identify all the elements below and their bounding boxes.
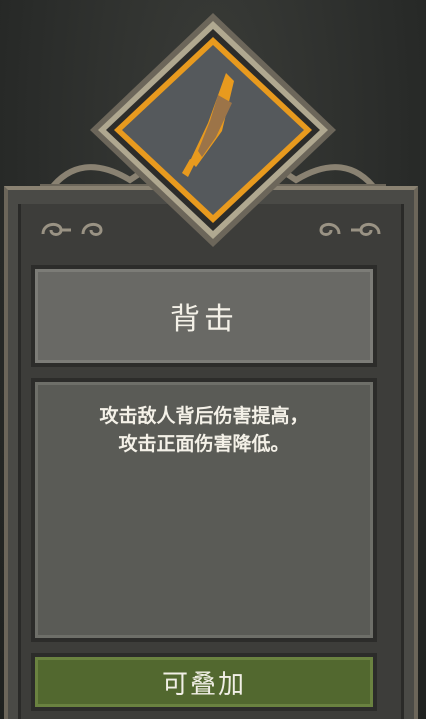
scroll-ornament-icon [349,218,383,240]
stackable-label: 可叠加 [161,669,246,700]
skill-title-panel: 背击 [31,265,377,367]
description-line: 攻击敌人背后伤害提高， [99,405,309,427]
skill-title: 背击 [170,302,238,337]
skill-description-panel: 攻击敌人背后伤害提高， 攻击正面伤害降低。 [31,378,377,642]
skill-icon-frame [90,13,336,247]
scroll-ornament-icon [39,218,73,240]
description-line: 攻击正面伤害降低。 [118,433,290,455]
stackable-badge: 可叠加 [31,653,377,711]
